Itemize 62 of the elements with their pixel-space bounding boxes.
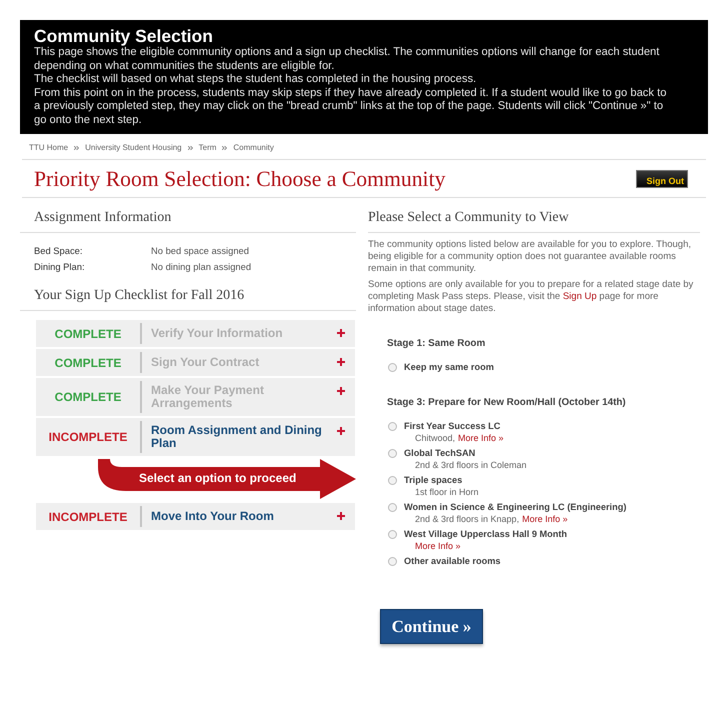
radio-button[interactable]: [388, 422, 397, 431]
breadcrumb-link[interactable]: Community: [233, 143, 274, 153]
radio-button[interactable]: [388, 449, 397, 458]
more-info-link[interactable]: More Info »: [522, 513, 568, 525]
plus-icon[interactable]: [337, 512, 345, 520]
option-detail: 1st floor in Horn: [415, 486, 479, 498]
radio-button[interactable]: [388, 503, 397, 512]
info-text: The checklist will based on what steps the student has completed in the housing process.: [34, 73, 478, 87]
step-status: COMPLETE: [54, 390, 122, 404]
step-status: INCOMPLETE: [48, 430, 128, 444]
radio-button[interactable]: [388, 363, 397, 372]
double-chevron-icon: [222, 146, 228, 150]
more-info-link[interactable]: More Info »: [458, 432, 504, 444]
step-status: COMPLETE: [54, 356, 122, 370]
breadcrumb-link[interactable]: TTU Home: [29, 143, 68, 153]
option-name[interactable]: Global TechSAN: [404, 447, 527, 459]
breadcrumb-link[interactable]: Term: [198, 143, 216, 153]
option-detail: 2nd & 3rd floors in Coleman: [415, 459, 527, 471]
radio-button[interactable]: [388, 530, 397, 539]
section-heading: Please Select a Community to View: [368, 210, 570, 226]
prompt-text: Select an option to proceed: [139, 470, 296, 486]
option-detail: Chitwood,: [415, 432, 456, 444]
plus-icon[interactable]: [337, 329, 345, 337]
continue-button[interactable]: Continue »: [380, 609, 483, 644]
field-label: Dining Plan:: [34, 261, 86, 273]
step-title[interactable]: Room Assignment and Dining Plan: [151, 424, 327, 450]
checklist-row[interactable]: INCOMPLETE Room Assignment and Dining Plan: [36, 418, 355, 456]
stage-label: Stage 1: Same Room: [387, 338, 486, 350]
step-status: INCOMPLETE: [48, 510, 128, 524]
section-heading: Your Sign Up Checklist for Fall 2016: [34, 288, 246, 304]
field-label: Bed Space:: [34, 245, 84, 257]
step-title[interactable]: Move Into Your Room: [151, 510, 274, 523]
field-value: No dining plan assigned: [151, 261, 252, 273]
option-detail: 2nd & 3rd floors in Knapp,: [415, 513, 520, 525]
sign-out-button[interactable]: Sign Out: [636, 170, 688, 188]
double-chevron-icon: [188, 146, 193, 150]
note-text: Some options are only available for you to prepare for a related stage date by completing Mask Pass steps. Please, visit the Sign Up page for more information about stage dates.: [368, 279, 694, 315]
option-name[interactable]: Triple spaces: [404, 474, 479, 486]
info-text: This page shows the eligible community options and a sign up checklist. The communities options will change for each student depending on what communities the students are eligible for.: [34, 46, 660, 74]
page-title: Priority Room Selection: Choose a Community: [34, 166, 446, 192]
stage-label: Stage 3: Prepare for New Room/Hall (October 14th): [387, 397, 627, 409]
option-name[interactable]: Women in Science & Engineering LC (Engineering): [404, 501, 626, 513]
option-name[interactable]: First Year Success LC: [404, 420, 504, 432]
radio-button[interactable]: [388, 557, 397, 566]
checklist-row[interactable]: INCOMPLETE Move Into Your Room: [36, 503, 355, 530]
radio-button[interactable]: [388, 476, 397, 485]
double-chevron-icon: [74, 146, 80, 150]
info-text: From this point on in the process, students may skip steps if they have already completed it. If a student would like to go back to a previously completed step, they may click on the "bread crumb" links at the top of the page. Students will click "Continue »" to go onto the next step.: [34, 86, 668, 128]
breadcrumb-link[interactable]: University Student Housing: [85, 143, 182, 153]
intro-text: The community options listed below are available for you to explore. Though, being eligible for a community option does not guarantee available rooms remain in that community.: [368, 239, 692, 275]
sign-up-link[interactable]: Sign Up: [562, 291, 597, 302]
field-value: No bed space assigned: [151, 245, 250, 257]
more-info-link[interactable]: More Info »: [415, 540, 461, 552]
option-name[interactable]: Keep my same room: [404, 361, 494, 373]
section-heading: Assignment Information: [34, 210, 172, 226]
plus-icon[interactable]: [337, 427, 345, 435]
plus-icon[interactable]: [337, 358, 345, 366]
info-title: Community Selection: [34, 26, 214, 46]
option-name[interactable]: West Village Upperclass Hall 9 Month: [404, 528, 568, 540]
plus-icon[interactable]: [337, 387, 345, 395]
step-status: COMPLETE: [54, 326, 122, 340]
option-name[interactable]: Other available rooms: [404, 555, 501, 567]
